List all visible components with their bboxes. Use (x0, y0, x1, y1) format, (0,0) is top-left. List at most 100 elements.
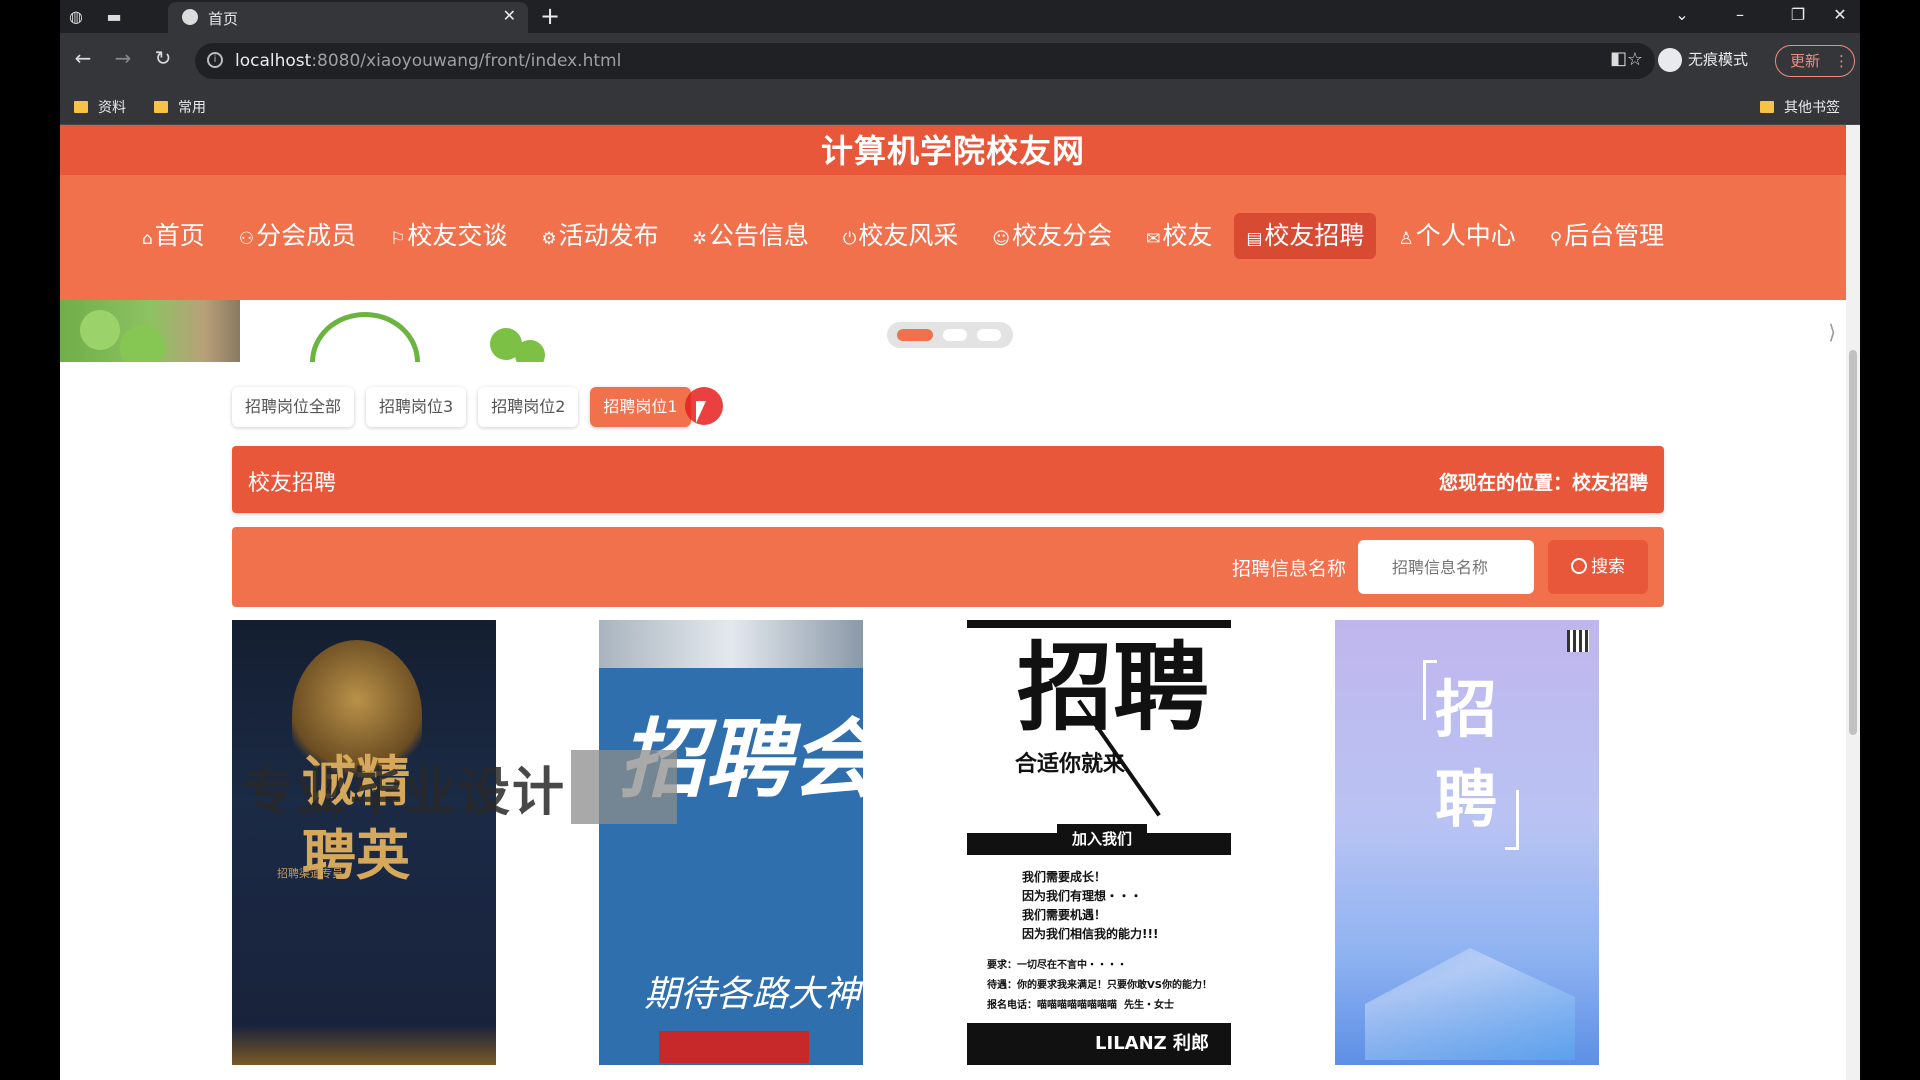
minimize-button[interactable]: – (1720, 2, 1760, 28)
recruitment-card[interactable]: 招聘会 期待各路大神 (599, 620, 863, 1065)
browser-window: ◍ ▬ 首页 ✕ + ⌄ – ❐ ✕ ← → ↻ i localhost:808… (60, 0, 1860, 1080)
home-icon: ⌂ (142, 229, 153, 249)
browser-globe-icon[interactable]: ◍ (62, 4, 90, 30)
search-button[interactable]: 搜索 (1548, 540, 1648, 594)
tab-title: 首页 (208, 10, 239, 28)
palette-icon: ⚙ (541, 229, 557, 249)
sky-image (599, 620, 863, 668)
isometric-city-image (1365, 948, 1575, 1060)
recruitment-card[interactable]: 诚精 聘英 招聘渠道专员 (232, 620, 496, 1065)
update-button[interactable]: 更新 ⋮ (1775, 45, 1855, 77)
tab-position-3[interactable]: 招聘岗位3 (366, 387, 467, 427)
tab-all-positions[interactable]: 招聘岗位全部 (232, 387, 355, 427)
brand-footer: LILANZ 利郎 (967, 1023, 1231, 1065)
scrollbar-thumb[interactable] (1849, 350, 1857, 735)
clover-leaf (80, 310, 120, 350)
nav-item-notices[interactable]: ✲公告信息 (681, 213, 821, 259)
page-scrollbar[interactable] (1846, 125, 1860, 1080)
recruitment-card[interactable]: 招聘 合适你就来 加入我们 我们需要成长！ 因为我们有理想・・・ 我们需要机遇！… (967, 620, 1231, 1065)
clover-leaf (515, 340, 545, 362)
carousel-indicator (887, 322, 1013, 348)
nav-item-branches[interactable]: ☺校友分会 (980, 213, 1124, 259)
nav-item-home[interactable]: ⌂首页 (130, 213, 217, 259)
site-header: 计算机学院校友网 ⌂首页 ⚇分会成员 ⚐校友交谈 ⚙活动发布 ✲公告信息 ⏻校友… (60, 125, 1846, 300)
breadcrumb: 您现在的位置：校友招聘 (1438, 472, 1648, 494)
nav-item-admin[interactable]: ⚲后台管理 (1538, 213, 1676, 259)
recruitment-category-tabs: 招聘岗位全部 招聘岗位3 招聘岗位2 招聘岗位1 (232, 387, 691, 427)
other-bookmarks[interactable]: 其他书签 (1760, 97, 1840, 117)
main-nav: ⌂首页 ⚇分会成员 ⚐校友交谈 ⚙活动发布 ✲公告信息 ⏻校友风采 ☺校友分会 … (130, 213, 1676, 259)
site-title: 计算机学院校友网 (60, 125, 1846, 175)
search-bar: 招聘信息名称 搜索 (232, 527, 1664, 607)
nav-item-recruitment[interactable]: ▤校友招聘 (1234, 213, 1377, 259)
nav-item-events[interactable]: ⚙活动发布 (529, 213, 670, 259)
nav-item-alumni[interactable]: ✉校友 (1134, 213, 1224, 259)
user-icon: ♙ (1398, 229, 1414, 249)
carousel-dot-active[interactable] (897, 329, 933, 341)
mail-icon: ✉ (1146, 229, 1161, 249)
section-title: 校友招聘 (248, 471, 337, 496)
tab-position-1[interactable]: 招聘岗位1 (590, 387, 691, 427)
red-ribbon (659, 1031, 809, 1063)
recruitment-card[interactable]: 招 聘 (1335, 620, 1599, 1065)
search-input[interactable] (1358, 540, 1534, 594)
nav-item-chat[interactable]: ⚐校友交谈 (378, 213, 519, 259)
tab-close-icon[interactable]: ✕ (503, 6, 516, 25)
watermark-block (571, 750, 677, 824)
close-window-button[interactable]: ✕ (1820, 2, 1860, 28)
smile-icon: ☺ (992, 229, 1011, 249)
mouse-pointer-icon (696, 401, 706, 423)
recruitment-card-grid: 诚精 聘英 招聘渠道专员 招聘会 期待各路大神 招聘 合适你就来 加入我们 我们… (232, 620, 1664, 1065)
document-icon: ▤ (1246, 229, 1263, 249)
carousel-dot[interactable] (943, 329, 967, 341)
clover-leaf (120, 325, 165, 362)
page-viewport: 计算机学院校友网 ⌂首页 ⚇分会成员 ⚐校友交谈 ⚙活动发布 ✲公告信息 ⏻校友… (60, 125, 1846, 1080)
browser-toolbar: ← → ↻ i localhost:8080/xiaoyouwang/front… (60, 33, 1860, 88)
tab-list-chevron-icon[interactable]: ⌄ (1662, 2, 1702, 28)
tab-favicon-icon (182, 9, 198, 25)
card-subline: 合适你就来 (1015, 752, 1126, 777)
power-icon: ⏻ (842, 229, 857, 249)
card-headline: 招 聘 (1435, 673, 1498, 836)
browser-tab[interactable]: 首页 ✕ (168, 2, 528, 33)
bracket-decoration (1505, 790, 1519, 850)
carousel-banner[interactable]: ⟩ (60, 300, 1846, 362)
address-bar[interactable]: i localhost:8080/xiaoyouwang/front/index… (195, 43, 1655, 79)
join-us-label: 加入我们 (1057, 824, 1147, 854)
nav-item-members[interactable]: ⚇分会成员 (227, 213, 368, 259)
restore-button[interactable]: ❐ (1778, 2, 1818, 28)
bookmark-folder[interactable]: 常用 (154, 97, 206, 117)
bookmarks-bar: 资料 常用 其他书签 (60, 88, 1860, 125)
banner-arc (310, 312, 420, 362)
folder-icon (1760, 101, 1774, 113)
bookmark-star-icon[interactable]: ☆ (1627, 49, 1643, 70)
reload-button[interactable]: ↻ (148, 46, 178, 70)
carousel-next-icon[interactable]: ⟩ (1828, 320, 1836, 344)
notice-icon: ✲ (692, 229, 707, 249)
folder-icon (154, 101, 168, 113)
search-label: 招聘信息名称 (1232, 558, 1347, 580)
link-icon: ⚲ (1549, 229, 1563, 249)
incognito-indicator[interactable]: 无痕模式 (1658, 48, 1748, 72)
screen: ◍ ▬ 首页 ✕ + ⌄ – ❐ ✕ ← → ↻ i localhost:808… (0, 0, 1920, 1080)
new-tab-button[interactable]: + (540, 2, 560, 30)
card-headline: 招聘 (1017, 632, 1209, 744)
bookmark-folder[interactable]: 资料 (74, 97, 126, 117)
watermark-text: 专业毕业设计 (242, 763, 567, 823)
nav-item-showcase[interactable]: ⏻校友风采 (831, 213, 970, 259)
url-text: localhost:8080/xiaoyouwang/front/index.h… (235, 51, 622, 71)
tab-position-2[interactable]: 招聘岗位2 (478, 387, 579, 427)
side-panel-icon[interactable]: ◧ (1610, 48, 1627, 69)
card-requirements: 要求：一切尽在不言中・・・・ 待遇：你的要求我来满足！只要你敢VS你的能力！ 报… (987, 960, 1212, 1011)
card-body-text: 我们需要成长！ 因为我们有理想・・・ 我们需要机遇！ 因为我们相信我的能力!!! (1022, 870, 1159, 941)
search-icon (1571, 558, 1587, 574)
site-info-icon[interactable]: i (207, 52, 223, 68)
back-button[interactable]: ← (68, 46, 98, 70)
carousel-dot[interactable] (977, 329, 1001, 341)
tab-strip: ◍ ▬ 首页 ✕ + ⌄ – ❐ ✕ (60, 0, 1860, 33)
nav-item-profile[interactable]: ♙个人中心 (1386, 213, 1527, 259)
tab-search-icon[interactable]: ▬ (100, 4, 128, 30)
forward-button[interactable]: → (108, 46, 138, 70)
section-header: 校友招聘 您现在的位置：校友招聘 (232, 446, 1664, 513)
card-subline: 期待各路大神 (644, 974, 861, 1015)
